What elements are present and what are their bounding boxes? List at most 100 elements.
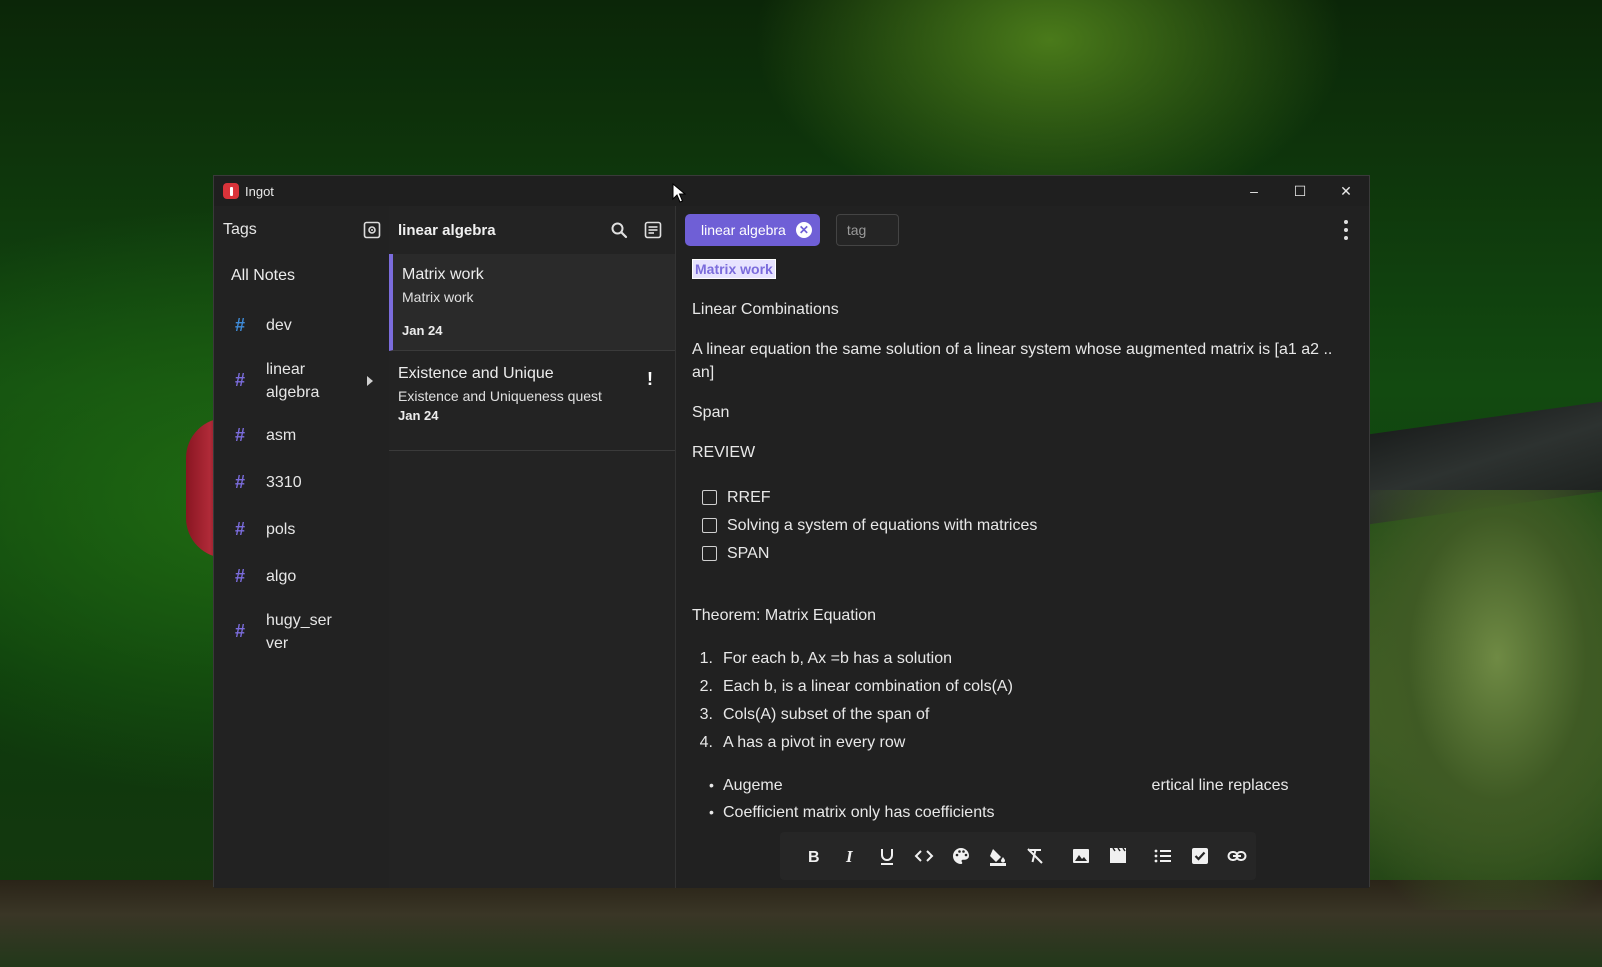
checklist-item: Solving a system of equations with matri… xyxy=(702,511,1369,539)
svg-text:B: B xyxy=(808,849,820,866)
list-text: Cols(A) subset of the span of xyxy=(723,705,930,723)
list-number: 4. xyxy=(699,733,713,751)
highlight-fill-icon[interactable] xyxy=(979,839,1016,873)
tag-label: pols xyxy=(266,521,296,538)
minimize-button[interactable]: – xyxy=(1231,176,1277,206)
notes-list-title: linear algebra xyxy=(398,221,496,239)
checklist: RREF Solving a system of equations with … xyxy=(692,483,1369,567)
app-logo-icon xyxy=(223,183,239,199)
checklist-label: SPAN xyxy=(727,544,770,562)
checklist-label: Solving a system of equations with matri… xyxy=(727,516,1038,534)
note-card[interactable]: Existence and Unique Existence and Uniqu… xyxy=(389,351,675,451)
app-window: Ingot – ☐ ✕ Tags All Notes # dev # linea… xyxy=(213,175,1370,888)
notes-header: linear algebra xyxy=(389,206,675,254)
tags-header: Tags xyxy=(214,206,389,254)
list-item: • Coefficient matrix only has coefficien… xyxy=(709,801,1369,824)
title-bar[interactable]: Ingot – ☐ ✕ xyxy=(214,176,1369,206)
list-item: 1. For each b, Ax =b has a solution xyxy=(700,644,1369,672)
hash-icon: # xyxy=(234,315,245,335)
new-note-icon[interactable] xyxy=(644,221,662,239)
checklist-label: RREF xyxy=(727,488,771,506)
tag-item-pols[interactable]: # pols xyxy=(214,506,389,553)
remove-tag-icon[interactable]: ✕ xyxy=(795,222,812,238)
image-icon[interactable] xyxy=(1062,839,1099,873)
tag-item-asm[interactable]: # asm xyxy=(214,412,389,459)
underline-icon[interactable] xyxy=(868,839,905,873)
tag-label: dev xyxy=(266,317,292,334)
note-card[interactable]: Matrix work Matrix work Jan 24 xyxy=(389,254,675,351)
note-date: Jan 24 xyxy=(402,323,443,338)
hash-icon: # xyxy=(234,425,245,445)
bullet-icon: • xyxy=(709,777,714,793)
list-item: • Augeme ertical line replaces xyxy=(709,774,1369,797)
tag-label: 3310 xyxy=(266,474,302,491)
svg-text:I: I xyxy=(845,847,854,866)
clear-format-icon[interactable] xyxy=(1016,839,1053,873)
italic-icon[interactable]: I xyxy=(831,839,868,873)
bullet-list-icon[interactable] xyxy=(1145,839,1182,873)
list-item: 2. Each b, is a linear combination of co… xyxy=(700,672,1369,700)
tag-label: linear algebra xyxy=(266,360,320,401)
tag-input[interactable] xyxy=(835,214,899,246)
hash-icon: # xyxy=(234,621,245,641)
tag-label: hugy_server xyxy=(266,611,332,652)
wallpaper-moss xyxy=(1340,490,1602,910)
more-options-icon[interactable] xyxy=(1343,220,1349,240)
list-number: 3. xyxy=(699,705,713,723)
note-date: Jan 24 xyxy=(398,408,439,423)
tag-label: asm xyxy=(266,427,297,444)
note-title: Matrix work xyxy=(402,266,484,283)
mouse-cursor-icon xyxy=(672,183,686,203)
tag-chip-label: linear algebra xyxy=(701,222,786,238)
list-text: A has a pivot in every row xyxy=(723,733,906,751)
tag-settings-icon[interactable] xyxy=(363,221,381,239)
tag-item-linear-algebra[interactable]: # linear algebra xyxy=(214,349,389,412)
search-icon[interactable] xyxy=(610,221,628,239)
tags-title: Tags xyxy=(223,221,257,238)
priority-flag-icon: ! xyxy=(647,369,653,389)
paragraph: Span xyxy=(692,404,730,421)
palette-icon[interactable] xyxy=(942,839,979,873)
note-editor: linear algebra ✕ Matrix work Linear Comb… xyxy=(676,206,1369,888)
window-controls: – ☐ ✕ xyxy=(1231,176,1369,206)
hash-icon: # xyxy=(234,566,245,586)
video-icon[interactable] xyxy=(1099,839,1136,873)
checkbox-list-icon[interactable] xyxy=(1182,839,1219,873)
checkbox[interactable] xyxy=(702,517,717,533)
window-title: Ingot xyxy=(245,183,274,199)
tags-panel: Tags All Notes # dev # linear algebra # … xyxy=(214,206,389,888)
chevron-right-icon[interactable] xyxy=(367,375,373,386)
all-notes-item[interactable]: All Notes xyxy=(214,254,389,302)
tag-label: algo xyxy=(266,568,297,585)
checklist-item: SPAN xyxy=(702,539,1369,567)
editor-tag-bar: linear algebra ✕ xyxy=(676,206,1369,254)
list-item: 4. A has a pivot in every row xyxy=(700,728,1369,756)
bold-icon[interactable]: B xyxy=(794,839,831,873)
code-icon[interactable] xyxy=(905,839,942,873)
tag-item-algo[interactable]: # algo xyxy=(214,553,389,600)
list-number: 1. xyxy=(699,649,713,667)
list-text: Each b, is a linear combination of cols(… xyxy=(723,677,1013,695)
bullet-icon: • xyxy=(709,804,714,820)
paragraph: Linear Combinations xyxy=(692,301,839,318)
tag-item-3310[interactable]: # 3310 xyxy=(214,459,389,506)
tag-item-hugy-server[interactable]: # hugy_server xyxy=(214,600,389,663)
checkbox[interactable] xyxy=(702,489,717,505)
list-text: For each b, Ax =b has a solution xyxy=(723,649,953,667)
checkbox[interactable] xyxy=(702,545,717,561)
editor-content[interactable]: Matrix work Linear Combinations A linear… xyxy=(676,254,1369,824)
paragraph: A linear equation the same solution of a… xyxy=(692,341,1333,381)
ordered-list: 1. For each b, Ax =b has a solution 2. E… xyxy=(692,644,1369,756)
note-title: Existence and Unique xyxy=(398,365,554,382)
close-button[interactable]: ✕ xyxy=(1323,176,1369,206)
paragraph: Theorem: Matrix Equation xyxy=(692,607,877,624)
tag-chip[interactable]: linear algebra ✕ xyxy=(685,214,820,246)
hash-icon: # xyxy=(234,370,245,390)
hash-icon: # xyxy=(234,519,245,539)
list-text: Coefficient matrix only has coefficients xyxy=(723,804,995,821)
link-icon[interactable] xyxy=(1219,839,1256,873)
tag-item-dev[interactable]: # dev xyxy=(214,302,389,349)
bullet-list: • Augeme ertical line replaces • Coeffic… xyxy=(692,774,1369,824)
maximize-button[interactable]: ☐ xyxy=(1277,176,1323,206)
notes-list-panel: linear algebra Matrix work Matrix work J… xyxy=(389,206,676,888)
